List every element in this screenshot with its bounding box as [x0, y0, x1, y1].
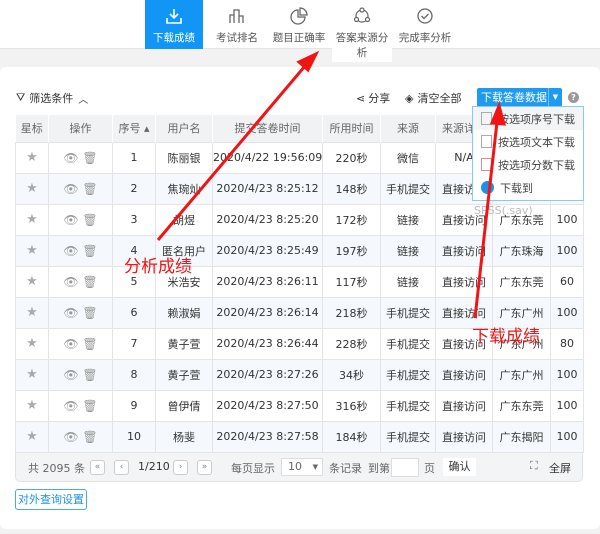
annotation-arrows	[156, 50, 507, 319]
arrow-to-accuracy-tab	[156, 50, 320, 241]
annotation-analyze-scores: 分析成绩	[124, 257, 192, 277]
arrow-to-download-menu	[473, 101, 507, 319]
annotation-download-scores: 下载成绩	[472, 327, 540, 347]
